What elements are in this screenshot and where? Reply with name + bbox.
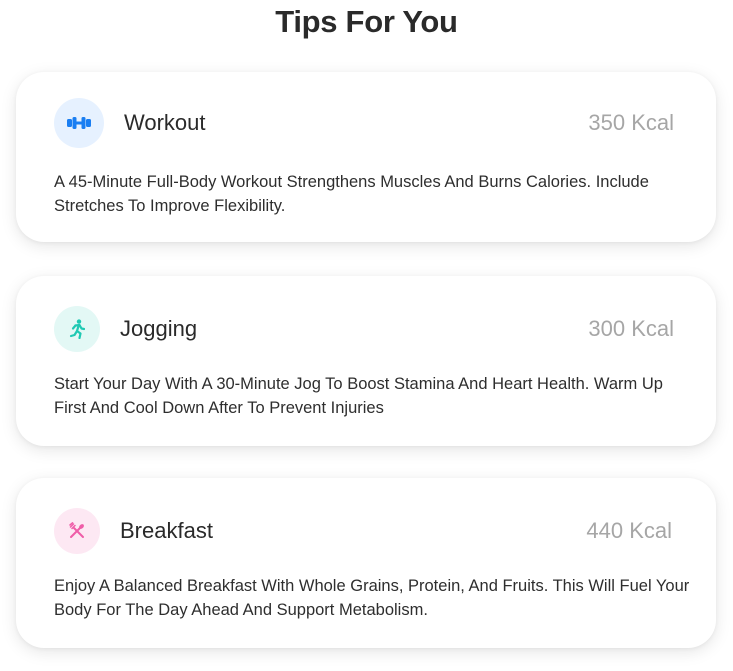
tip-description: A 45-Minute Full-Body Workout Strengthen… (54, 173, 649, 215)
dumbbell-icon (66, 116, 92, 130)
tip-description: Enjoy A Balanced Breakfast With Whole Gr… (54, 577, 690, 619)
tip-calories: 440 Kcal (586, 518, 672, 543)
tip-card-breakfast[interactable]: Breakfast 440 Kcal Enjoy A Balanced Brea… (16, 478, 716, 648)
fork-spoon-icon (68, 522, 86, 540)
tip-title: Breakfast (120, 518, 213, 543)
tip-title: Workout (124, 110, 206, 135)
tip-description: Start Your Day With A 30-Minute Jog To B… (54, 375, 663, 417)
tip-card-workout[interactable]: Workout 350 Kcal A 45-Minute Full-Body W… (16, 72, 716, 242)
tip-calories: 350 Kcal (588, 110, 674, 135)
icon-badge (54, 98, 104, 148)
running-person-icon (69, 319, 85, 339)
tip-card-jogging[interactable]: Jogging 300 Kcal Start Your Day With A 3… (16, 276, 716, 446)
tip-calories: 300 Kcal (588, 316, 674, 341)
icon-badge (54, 306, 100, 352)
tip-title: Jogging (120, 316, 198, 341)
icon-badge (54, 508, 100, 554)
page-title: Tips For You (275, 4, 458, 39)
